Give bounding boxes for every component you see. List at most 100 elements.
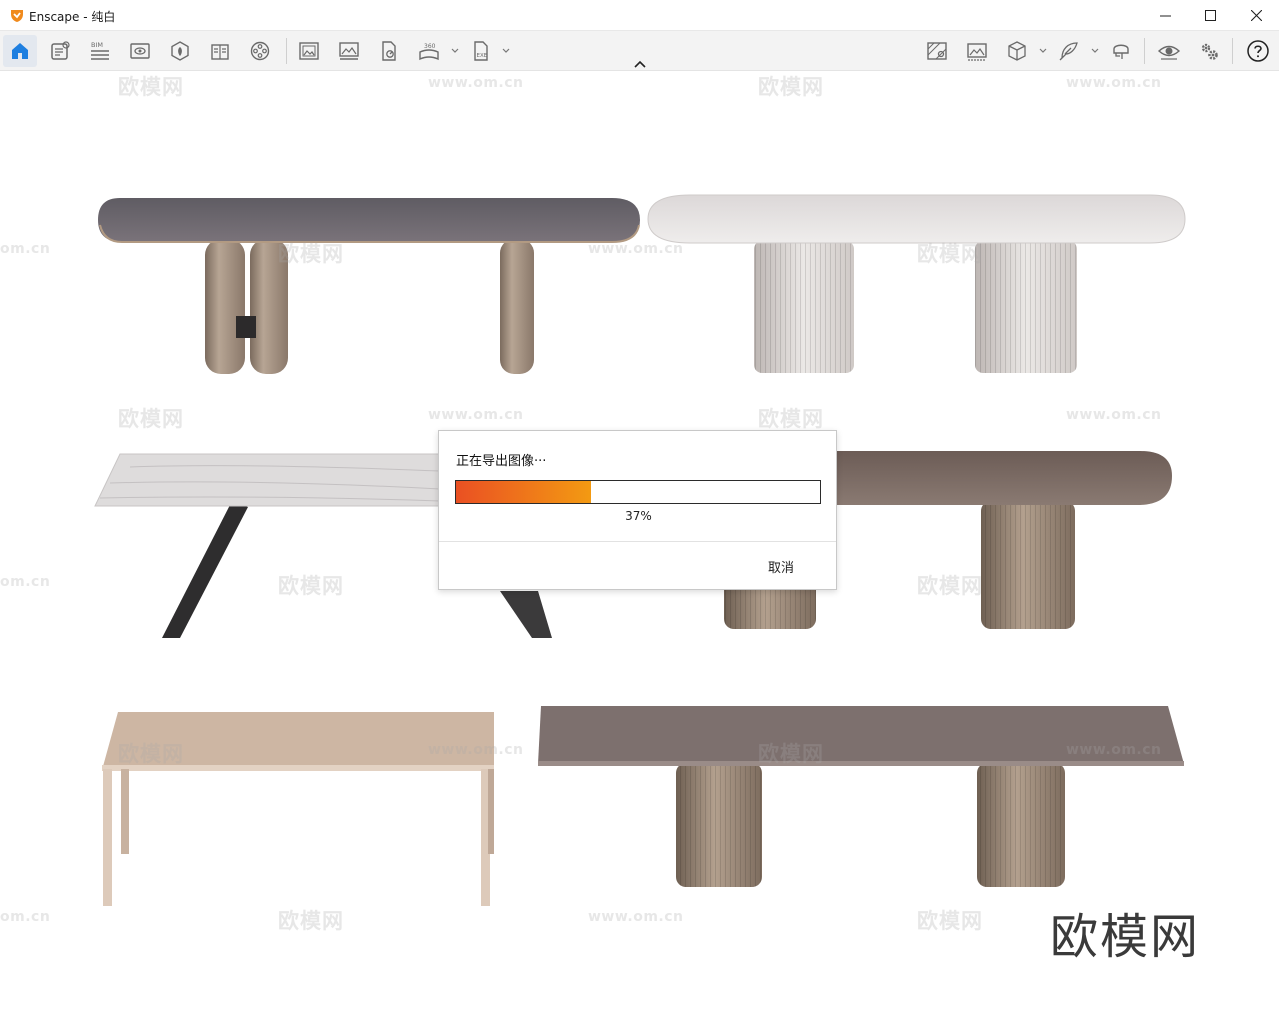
- batch-render-button[interactable]: [332, 35, 366, 67]
- home-button[interactable]: [3, 35, 37, 67]
- export-progress-dialog: 正在导出图像··· 37% 取消: [438, 430, 837, 590]
- watermark-url: www.om.cn: [428, 407, 524, 423]
- cube-dropdown-chevron-icon[interactable]: [1038, 44, 1048, 56]
- table-leg: [121, 769, 129, 854]
- panorama-dropdown-chevron-icon[interactable]: [450, 44, 460, 56]
- document-settings-icon: [51, 41, 70, 60]
- toolbar-divider: [1232, 38, 1233, 64]
- asset-library-button[interactable]: [163, 35, 197, 67]
- table-leg: [500, 591, 552, 638]
- bim-icon: BIM: [91, 41, 109, 60]
- cube-button[interactable]: [1000, 35, 1034, 67]
- minimize-icon: [1159, 15, 1171, 17]
- watermark-text: 欧模网: [758, 407, 824, 431]
- table-dark-oval: [98, 198, 640, 374]
- collapse-toolbar-chevron-icon[interactable]: [633, 58, 647, 70]
- maximize-button[interactable]: [1188, 0, 1232, 31]
- table-top: [837, 451, 1172, 505]
- cancel-button[interactable]: 取消: [764, 555, 798, 578]
- watermark-text: 欧模网: [118, 407, 184, 431]
- svg-text:BIM: BIM: [91, 41, 103, 49]
- panorama-button[interactable]: 360: [412, 35, 446, 67]
- watermark-text: 欧模网: [118, 75, 184, 99]
- book-button[interactable]: [203, 35, 237, 67]
- watermark-url: www.om.cn: [588, 909, 684, 925]
- toolbar-divider: [1144, 38, 1145, 64]
- window-title: Enscape - 纯白: [29, 10, 116, 24]
- watermark-text: 欧模网: [758, 742, 824, 766]
- book-icon: [211, 44, 229, 60]
- map-view-icon: [927, 42, 947, 60]
- table-leg: [205, 239, 245, 374]
- feather-dropdown-chevron-icon[interactable]: [1090, 44, 1100, 56]
- visual-settings-button[interactable]: [1152, 35, 1186, 67]
- watermark-text: 欧模网: [758, 75, 824, 99]
- batch-render-icon: [339, 42, 359, 60]
- help-button[interactable]: [1241, 35, 1275, 67]
- watermark-url: www.om.cn: [1066, 742, 1162, 758]
- watermark-url: www.om.cn: [588, 241, 684, 257]
- document-settings-button[interactable]: [43, 35, 77, 67]
- table-leg: [162, 501, 248, 638]
- svg-text:360: 360: [424, 43, 436, 50]
- watermark-url: om.cn: [0, 574, 51, 590]
- dialog-divider: [439, 541, 836, 542]
- general-settings-icon: [1201, 43, 1218, 60]
- toolbar-divider: [286, 38, 287, 64]
- title-bar: Enscape - 纯白: [0, 0, 1279, 31]
- watermark-text: 欧模网: [917, 242, 983, 266]
- progress-percent: 37%: [625, 509, 652, 523]
- upload-button[interactable]: [372, 35, 406, 67]
- general-settings-button[interactable]: [1192, 35, 1226, 67]
- map-view-button[interactable]: [920, 35, 954, 67]
- enscape-logo-icon: [11, 10, 23, 22]
- views-button[interactable]: [123, 35, 157, 67]
- watermark-text: 欧模网: [278, 574, 344, 598]
- table-leg: [500, 239, 534, 374]
- watermark-url: www.om.cn: [428, 75, 524, 91]
- table-top: [98, 198, 640, 242]
- feather-icon: [1059, 42, 1078, 61]
- watermark-url: www.om.cn: [428, 742, 524, 758]
- export-exe-icon: EXE: [474, 41, 488, 61]
- progress-bar: [455, 480, 821, 504]
- upload-icon: [382, 41, 396, 61]
- table-leg-bracket: [236, 316, 256, 338]
- watermark-url: www.om.cn: [1066, 75, 1162, 91]
- feather-button[interactable]: [1052, 35, 1086, 67]
- progress-bar-fill: [456, 481, 591, 503]
- close-icon: [1250, 10, 1262, 21]
- minimize-button[interactable]: [1143, 0, 1187, 31]
- watermark-text: 欧模网: [278, 242, 344, 266]
- cube-icon: [1008, 41, 1026, 61]
- vr-headset-icon: [1113, 44, 1129, 59]
- home-icon: [12, 43, 28, 59]
- svg-text:EXE: EXE: [477, 53, 488, 59]
- watermark-text: 欧模网: [917, 574, 983, 598]
- export-exe-button[interactable]: EXE: [464, 35, 498, 67]
- dialog-title: 正在导出图像···: [456, 454, 547, 469]
- render-image-icon: [299, 42, 319, 60]
- views-icon: [130, 43, 150, 59]
- table-long-wood: [538, 706, 1184, 887]
- watermark-url: www.om.cn: [1066, 407, 1162, 423]
- table-leg: [103, 769, 112, 906]
- watermark-text: 欧模网: [278, 909, 344, 933]
- export-dropdown-chevron-icon[interactable]: [501, 44, 511, 56]
- close-button[interactable]: [1234, 0, 1278, 31]
- watermark-url: om.cn: [0, 241, 51, 257]
- brand-watermark: 欧模网: [1050, 909, 1201, 965]
- table-top: [647, 194, 1186, 244]
- visual-settings-icon: [1157, 45, 1181, 60]
- watermark-url: om.cn: [0, 909, 51, 925]
- table-white-marble-oval: [647, 194, 1186, 373]
- video-editor-button[interactable]: [243, 35, 277, 67]
- image-gallery-icon: [967, 43, 987, 61]
- bim-button[interactable]: BIM: [83, 35, 117, 67]
- vr-headset-button[interactable]: [1104, 35, 1138, 67]
- image-gallery-button[interactable]: [960, 35, 994, 67]
- maximize-icon: [1204, 10, 1216, 21]
- watermark-text: 欧模网: [118, 742, 184, 766]
- table-top: [95, 454, 440, 506]
- render-image-button[interactable]: [292, 35, 326, 67]
